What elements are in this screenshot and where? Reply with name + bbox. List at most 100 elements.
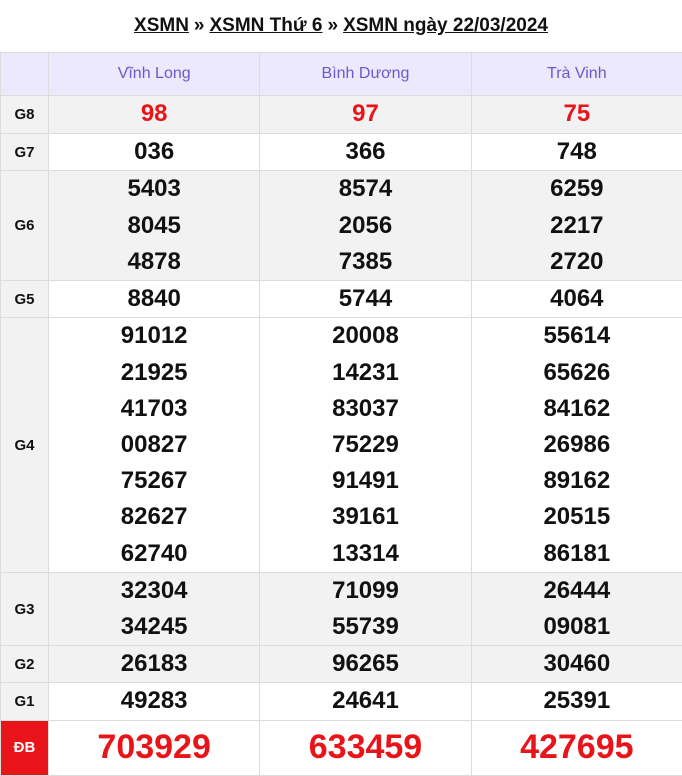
prize-number: 91012 xyxy=(120,322,188,350)
prize-label: ĐB xyxy=(0,719,49,776)
prize-cell: 25391 xyxy=(470,682,682,721)
prize-number: 75267 xyxy=(120,467,188,495)
breadcrumb-link-xsmn[interactable]: XSMN xyxy=(134,15,189,37)
prize-number: 49283 xyxy=(120,687,188,715)
prize-cell: 036 xyxy=(47,132,261,172)
breadcrumb-separator: » xyxy=(327,15,339,36)
prize-cell: 91012 21925 41703 00827 75267 82627 62740 xyxy=(47,317,261,573)
prize-number: 91491 xyxy=(332,467,399,495)
prize-cell: 748 xyxy=(470,132,682,172)
prize-number: 55614 xyxy=(543,322,611,350)
prize-number: 24641 xyxy=(332,687,399,715)
prize-label: G8 xyxy=(0,95,49,134)
prize-label: G1 xyxy=(0,682,49,721)
prize-cell: 5744 xyxy=(259,280,472,319)
prize-number: 2720 xyxy=(550,247,604,275)
prize-row-6: G2 26183 96265 30460 xyxy=(0,645,682,684)
prize-number: 71099 xyxy=(332,576,399,604)
prize-number: 7385 xyxy=(338,247,393,275)
prize-number: 20008 xyxy=(332,322,399,350)
prize-number: 25391 xyxy=(543,687,611,715)
prize-number: 75 xyxy=(563,100,591,128)
prize-number: 20515 xyxy=(543,503,611,531)
prize-number: 09081 xyxy=(543,613,611,641)
breadcrumb-link-xsmn-thu-6[interactable]: XSMN Thứ 6 xyxy=(210,15,323,37)
prize-cell: 55614 65626 84162 26986 89162 20515 86181 xyxy=(470,317,682,573)
prize-label: G5 xyxy=(0,280,49,319)
prize-number: 366 xyxy=(345,138,386,165)
prize-number: 82627 xyxy=(120,503,188,531)
prize-label: G4 xyxy=(0,317,49,573)
prize-number: 8045 xyxy=(127,211,181,239)
prize-label: G7 xyxy=(0,132,49,172)
prize-number: 30460 xyxy=(543,650,611,678)
prize-row-4: G4 91012 21925 41703 00827 75267 82627 62740 200… xyxy=(0,317,682,573)
prize-row-2: G6 5403 8045 4878 8574 2056 7385 6259 2217 2720 xyxy=(0,170,682,282)
prize-cell: 32304 34245 xyxy=(47,571,261,647)
prize-number: 55739 xyxy=(332,613,399,641)
prize-number: 26986 xyxy=(543,431,611,459)
prize-row-5: G3 32304 34245 71099 55739 26444 09081 xyxy=(0,571,682,647)
prize-number: 427695 xyxy=(520,728,634,767)
prize-number: 703929 xyxy=(97,728,211,767)
prize-cell: 49283 xyxy=(47,682,261,721)
prize-cell: 24641 xyxy=(259,682,472,721)
prize-row-3: G5 8840 5744 4064 xyxy=(0,280,682,319)
prize-number: 4064 xyxy=(550,285,604,313)
prize-number: 32304 xyxy=(120,576,188,604)
table-header-row: Vĩnh Long Bình Dương Trà Vinh xyxy=(0,52,682,96)
prize-number: 2217 xyxy=(550,211,604,239)
prize-number: 96265 xyxy=(332,650,399,678)
breadcrumb-separator: » xyxy=(193,15,205,36)
breadcrumb-link-xsmn-date[interactable]: XSMN ngày 22/03/2024 xyxy=(343,15,548,37)
prize-row-1: G7 036 366 748 xyxy=(0,132,682,172)
prize-cell: 4064 xyxy=(470,280,682,319)
prize-number: 75229 xyxy=(332,431,399,459)
prize-cell: 20008 14231 83037 75229 91491 39161 13314 xyxy=(259,317,472,573)
prize-cell: 97 xyxy=(259,95,472,134)
prize-number: 6259 xyxy=(550,175,604,203)
prize-number: 62740 xyxy=(120,539,188,567)
header-corner-cell xyxy=(0,52,49,96)
prize-number: 83037 xyxy=(332,394,399,422)
prize-number: 21925 xyxy=(120,358,188,386)
prize-label: G6 xyxy=(0,170,49,282)
province-header[interactable]: Bình Dương xyxy=(259,52,472,96)
prize-number: 84162 xyxy=(543,394,611,422)
prize-number: 14231 xyxy=(332,358,399,386)
prize-row-0: G8 98 97 75 xyxy=(0,95,682,134)
prize-number: 26444 xyxy=(543,576,611,604)
prize-number: 26183 xyxy=(120,650,188,678)
province-header[interactable]: Trà Vinh xyxy=(470,52,682,96)
prize-cell: 5403 8045 4878 xyxy=(47,170,261,282)
prize-number: 4878 xyxy=(127,247,181,275)
prize-number: 748 xyxy=(556,138,597,165)
prize-cell: 703929 xyxy=(47,719,261,776)
prize-number: 65626 xyxy=(543,358,611,386)
prize-number: 39161 xyxy=(332,503,399,531)
prize-number: 97 xyxy=(352,100,379,128)
prize-number: 86181 xyxy=(543,539,611,567)
prize-cell: 71099 55739 xyxy=(259,571,472,647)
province-header[interactable]: Vĩnh Long xyxy=(47,52,261,96)
prize-cell: 26183 xyxy=(47,645,261,684)
results-table: Vĩnh Long Bình Dương Trà Vinh G8 98 97 75 G7… xyxy=(0,52,682,776)
prize-cell: 427695 xyxy=(470,719,682,776)
prize-cell: 30460 xyxy=(470,645,682,684)
prize-cell: 26444 09081 xyxy=(470,571,682,647)
prize-number: 13314 xyxy=(332,539,399,567)
prize-number: 00827 xyxy=(120,431,188,459)
prize-cell: 366 xyxy=(259,132,472,172)
prize-number: 8574 xyxy=(338,175,393,203)
prize-number: 5744 xyxy=(338,285,393,313)
prize-row-7: G1 49283 24641 25391 xyxy=(0,682,682,721)
prize-label: G3 xyxy=(0,571,49,647)
prize-number: 2056 xyxy=(338,211,393,239)
prize-cell: 6259 2217 2720 xyxy=(470,170,682,282)
prize-label: G2 xyxy=(0,645,49,684)
prize-cell: 98 xyxy=(47,95,261,134)
prize-number: 5403 xyxy=(127,175,181,203)
breadcrumb: XSMN » XSMN Thứ 6 » XSMN ngày 22/03/2024 xyxy=(0,0,682,52)
prize-number: 41703 xyxy=(120,394,188,422)
prize-cell: 8840 xyxy=(47,280,261,319)
